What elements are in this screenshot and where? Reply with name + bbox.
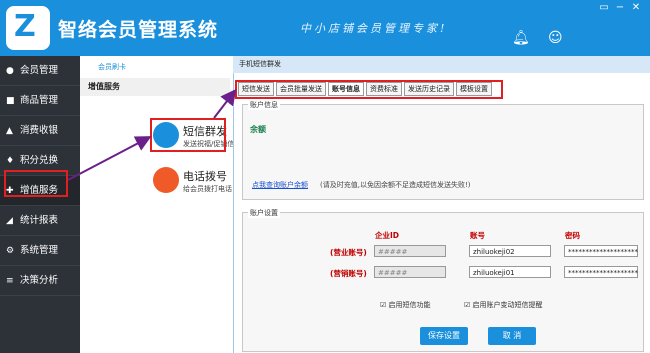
arrow-to-sms [67,136,152,181]
annotation-arrows [67,88,237,181]
arrow-to-tabs [213,88,237,119]
